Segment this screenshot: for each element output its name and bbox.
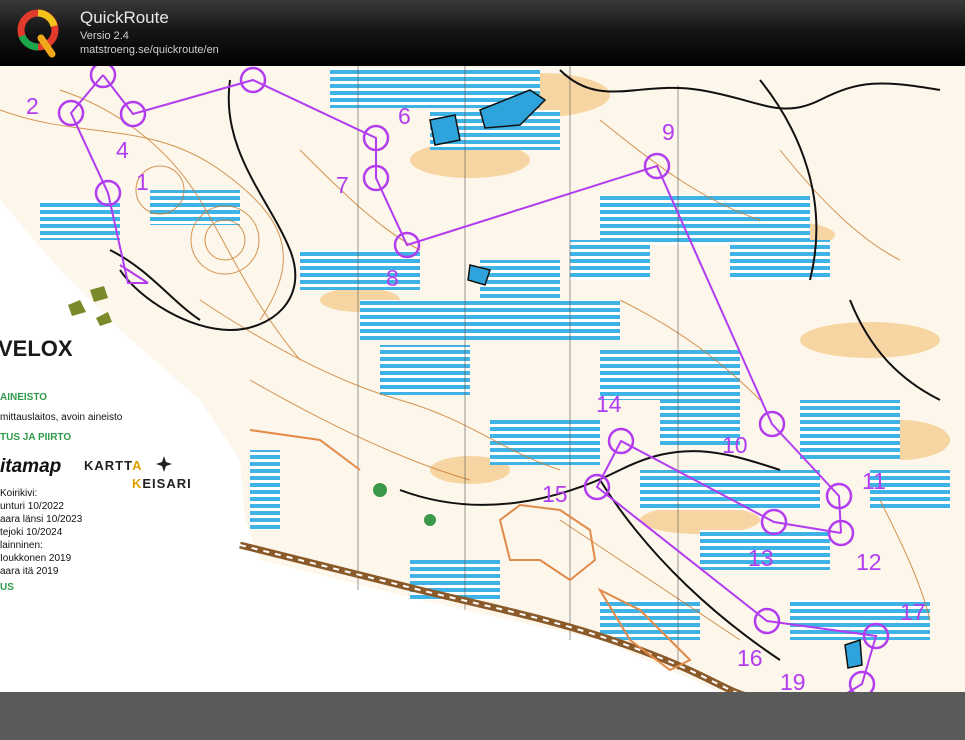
control-label-1: 1 — [136, 169, 149, 195]
legend-kartta-keisari-logo: KARTTA — [84, 458, 143, 473]
app-url: matstroeng.se/quickroute/en — [80, 44, 219, 56]
control-label-8: 8 — [386, 265, 399, 291]
control-label-9: 9 — [662, 119, 675, 145]
legend-brand: itamap — [0, 456, 62, 477]
map-title: VELOX — [0, 336, 73, 361]
control-label-17: 17 — [900, 599, 926, 625]
legend-keisari-text: KEISARI — [132, 476, 192, 491]
legend-line-4: tejoki 10/2024 — [0, 527, 63, 538]
control-label-13: 13 — [748, 545, 774, 571]
bottom-panel — [0, 692, 965, 740]
app-title: QuickRoute — [80, 8, 169, 27]
control-label-7: 7 — [336, 172, 349, 198]
legend-section-aineisto: AINEISTO — [0, 392, 48, 403]
orienteering-map[interactable]: 1 2 4 6 7 8 9 10 11 12 13 14 15 16 17 18… — [0, 66, 965, 692]
control-label-19: 19 — [780, 669, 806, 692]
legend-line-2: unturi 10/2022 — [0, 501, 64, 512]
legend-line-7: aara itä 2019 — [0, 566, 59, 577]
control-label-16: 16 — [737, 645, 763, 671]
star-logo-icon — [156, 456, 172, 472]
control-label-10: 10 — [722, 432, 748, 458]
legend-section-piirto: TUS JA PIIRTO — [0, 432, 72, 443]
control-label-14: 14 — [596, 391, 622, 417]
legend-line-1: Koirikivi: — [0, 488, 38, 499]
legend-aineisto-text: mittauslaitos, avoin aineisto — [0, 412, 123, 423]
control-label-2: 2 — [26, 93, 39, 119]
control-label-11: 11 — [862, 468, 886, 494]
legend-line-3: aara länsi 10/2023 — [0, 514, 83, 525]
legend-line-5: lainninen: — [0, 540, 43, 551]
control-label-4: 4 — [116, 137, 129, 163]
title-bar: QuickRoute Versio 2.4 matstroeng.se/quic… — [0, 0, 965, 66]
legend-line-6: Ioukkonen 2019 — [0, 553, 72, 564]
control-label-6: 6 — [398, 103, 411, 129]
control-label-15: 15 — [542, 481, 568, 507]
quickroute-logo-icon — [17, 9, 59, 58]
control-label-12: 12 — [856, 549, 882, 575]
map-canvas[interactable]: 1 2 4 6 7 8 9 10 11 12 13 14 15 16 17 18… — [0, 66, 965, 692]
app-version: Versio 2.4 — [80, 30, 129, 42]
legend-section-us: US — [0, 582, 14, 593]
